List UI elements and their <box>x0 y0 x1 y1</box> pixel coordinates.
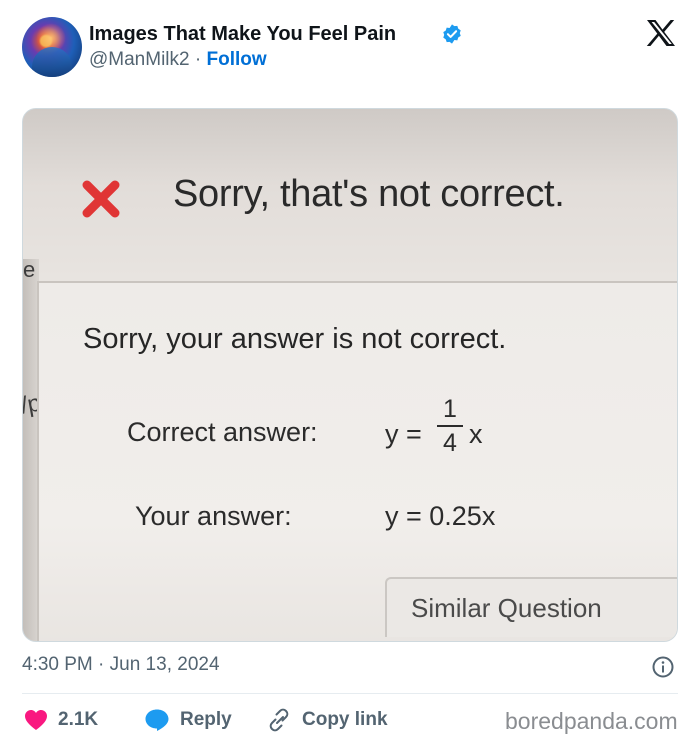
reply-button[interactable]: Reply <box>144 706 232 734</box>
like-count: 2.1K <box>58 709 99 730</box>
copy-link-button[interactable]: Copy link <box>266 706 388 734</box>
heart-icon <box>25 710 47 730</box>
your-answer-value: y = 0.25x <box>385 501 496 531</box>
reply-bubble-icon <box>145 709 169 731</box>
avatar[interactable] <box>22 17 82 77</box>
feedback-heading: Sorry, that's not correct. <box>173 173 565 215</box>
correct-answer-prefix: y = <box>385 419 422 449</box>
x-logo-icon[interactable] <box>646 19 676 47</box>
follow-button[interactable]: Follow <box>206 49 266 70</box>
watermark: boredpanda.com <box>505 708 678 734</box>
author-name[interactable]: Images That Make You Feel Pain <box>89 22 396 46</box>
similar-question-button[interactable]: Similar Question <box>385 577 677 637</box>
fraction-denominator: 4 <box>443 429 457 457</box>
side-character: e <box>23 257 36 282</box>
correct-answer-suffix: x <box>469 419 483 449</box>
similar-question-label: Similar Question <box>411 593 602 623</box>
copy-link-label: Copy link <box>302 709 388 730</box>
verified-badge-icon <box>443 24 461 44</box>
red-x-icon <box>82 180 120 218</box>
post-image[interactable]: e /p Sorry, that's not correct. Sorry, y… <box>22 108 678 642</box>
reply-label: Reply <box>180 709 232 730</box>
info-icon[interactable] <box>652 656 674 678</box>
link-icon <box>269 708 289 732</box>
author-handle-row: @ManMilk2 · Follow <box>89 48 267 72</box>
feedback-message: Sorry, your answer is not correct. <box>83 323 507 355</box>
separator-dot: · <box>194 49 202 70</box>
correct-answer-label: Correct answer: <box>127 417 318 447</box>
your-answer-label: Your answer: <box>135 501 292 531</box>
fraction-bar <box>437 425 463 427</box>
like-button[interactable]: 2.1K <box>24 706 98 734</box>
author-handle[interactable]: @ManMilk2 <box>89 49 190 70</box>
avatar-figure <box>32 47 72 77</box>
footer-divider <box>22 693 678 694</box>
post-timestamp[interactable]: 4:30 PM · Jun 13, 2024 <box>22 654 220 676</box>
correct-answer-fraction: 1 4 <box>437 395 463 457</box>
fraction-numerator: 1 <box>443 395 457 423</box>
